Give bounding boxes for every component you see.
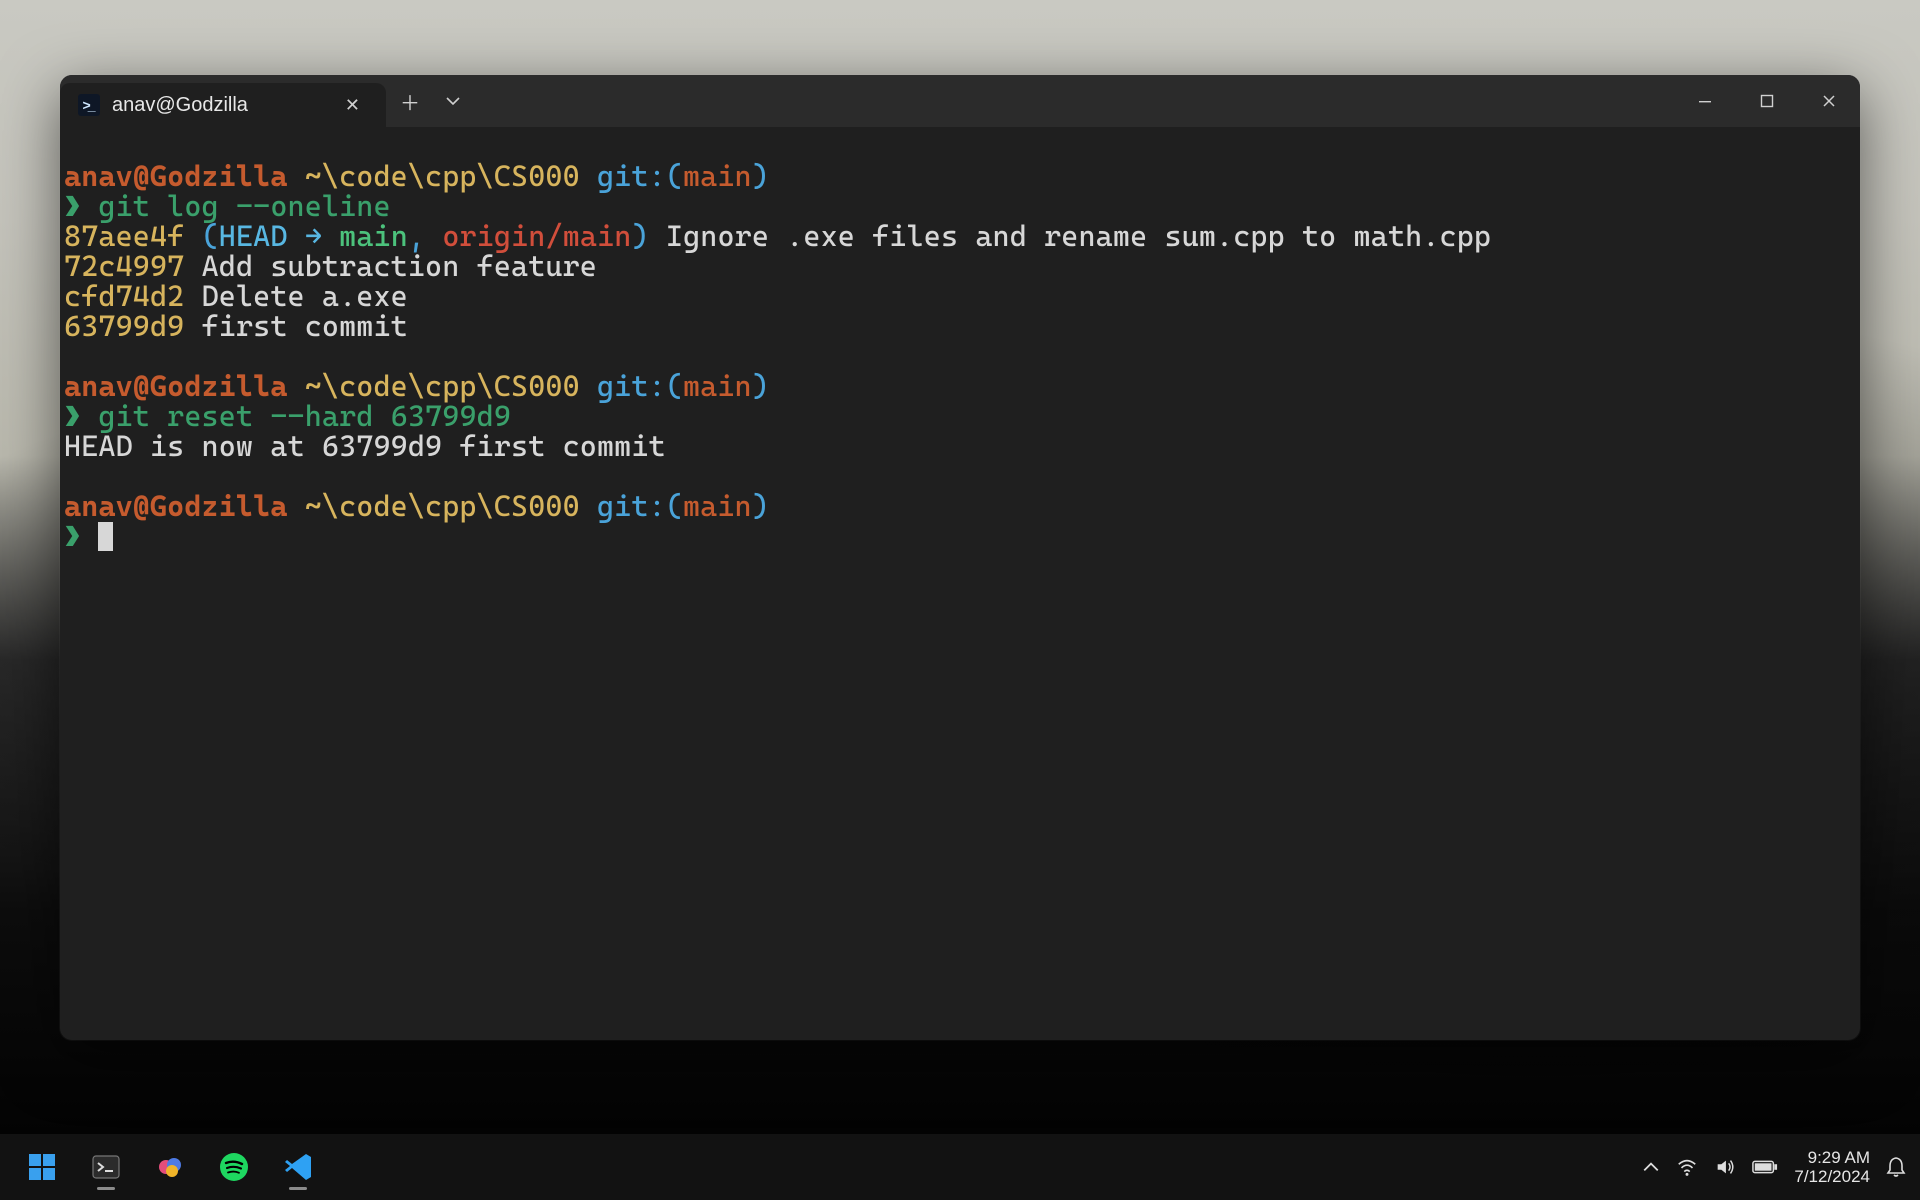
taskbar-app-vscode[interactable]: [270, 1142, 326, 1192]
chevron-down-icon: [445, 93, 461, 109]
tab-dropdown-button[interactable]: [434, 75, 472, 127]
battery-icon[interactable]: [1752, 1157, 1778, 1177]
prompt-branch: main: [683, 489, 752, 523]
ref-head: HEAD: [219, 219, 288, 253]
ref-arrow: →: [305, 219, 322, 253]
taskbar-clock[interactable]: 9:29 AM 7/12/2024: [1794, 1148, 1870, 1186]
prompt-symbol: ❯: [64, 519, 81, 553]
ref-local: main: [339, 219, 408, 253]
prompt-path: ~\code\cpp\CS000: [305, 369, 580, 403]
tab-close-button[interactable]: ✕: [337, 91, 368, 120]
chevron-up-icon: [1642, 1158, 1660, 1176]
bell-icon: [1886, 1156, 1906, 1178]
prompt-branch: main: [683, 159, 752, 193]
tab-title: anav@Godzilla: [112, 94, 248, 117]
maximize-button[interactable]: [1736, 75, 1798, 127]
powershell-icon: [78, 94, 100, 116]
taskbar-app-copilot[interactable]: [142, 1142, 198, 1192]
tray-overflow-button[interactable]: [1642, 1158, 1660, 1176]
commit-hash: 72c4997: [64, 249, 184, 283]
spotify-icon: [218, 1151, 250, 1183]
taskbar-app-terminal[interactable]: [78, 1142, 134, 1192]
prompt-git-label: git:: [597, 159, 666, 193]
prompt-userhost: anav@Godzilla: [64, 489, 288, 523]
reset-output: HEAD is now at 63799d9 first commit: [64, 429, 666, 463]
copilot-icon: [154, 1151, 186, 1183]
commit-message: Delete a.exe: [202, 279, 408, 313]
prompt-path: ~\code\cpp\CS000: [305, 489, 580, 523]
terminal-icon: [90, 1151, 122, 1183]
wifi-icon[interactable]: [1676, 1156, 1698, 1178]
system-tray: 9:29 AM 7/12/2024: [1642, 1148, 1906, 1186]
clock-date: 7/12/2024: [1794, 1167, 1870, 1186]
ref-remote: origin/main: [442, 219, 631, 253]
terminal-tab[interactable]: anav@Godzilla ✕: [60, 83, 386, 127]
prompt-symbol: ❯: [64, 399, 81, 433]
terminal-output[interactable]: anav@Godzilla ~\code\cpp\CS000 git:(main…: [60, 127, 1860, 1040]
windows-icon: [26, 1151, 58, 1183]
commit-message: first commit: [202, 309, 408, 343]
commit-hash: 87aee4f: [64, 219, 184, 253]
prompt-symbol: ❯: [64, 189, 81, 223]
prompt-userhost: anav@Godzilla: [64, 159, 288, 193]
commit-message: Add subtraction feature: [202, 249, 597, 283]
new-tab-button[interactable]: ＋: [386, 75, 434, 127]
command-git-log: git log --oneline: [98, 189, 390, 223]
start-button[interactable]: [14, 1142, 70, 1192]
commit-hash: 63799d9: [64, 309, 184, 343]
notifications-button[interactable]: [1886, 1156, 1906, 1178]
vscode-icon: [282, 1151, 314, 1183]
titlebar[interactable]: anav@Godzilla ✕ ＋: [60, 75, 1860, 127]
wifi-icon: [1676, 1156, 1698, 1178]
maximize-icon: [1760, 94, 1774, 108]
prompt-git-label: git:: [597, 369, 666, 403]
commit-message: Ignore .exe files and rename sum.cpp to …: [666, 219, 1491, 253]
command-git-reset: git reset --hard 63799d9: [98, 399, 511, 433]
prompt-userhost: anav@Godzilla: [64, 369, 288, 403]
prompt-path: ~\code\cpp\CS000: [305, 159, 580, 193]
prompt-branch: main: [683, 369, 752, 403]
taskbar-app-spotify[interactable]: [206, 1142, 262, 1192]
titlebar-drag-region[interactable]: [472, 75, 1674, 127]
cursor: [98, 522, 113, 551]
volume-icon[interactable]: [1714, 1156, 1736, 1178]
clock-time: 9:29 AM: [1794, 1148, 1870, 1167]
close-button[interactable]: [1798, 75, 1860, 127]
close-icon: [1822, 94, 1836, 108]
prompt-git-label: git:: [597, 489, 666, 523]
taskbar: 9:29 AM 7/12/2024: [0, 1134, 1920, 1200]
battery-icon: [1752, 1157, 1778, 1177]
minimize-button[interactable]: [1674, 75, 1736, 127]
terminal-window: anav@Godzilla ✕ ＋ anav@Godzilla ~\cod: [60, 75, 1860, 1040]
speaker-icon: [1714, 1156, 1736, 1178]
commit-hash: cfd74d2: [64, 279, 184, 313]
desktop-background: anav@Godzilla ✕ ＋ anav@Godzilla ~\cod: [0, 0, 1920, 1200]
window-controls: [1674, 75, 1860, 127]
minimize-icon: [1698, 94, 1712, 108]
